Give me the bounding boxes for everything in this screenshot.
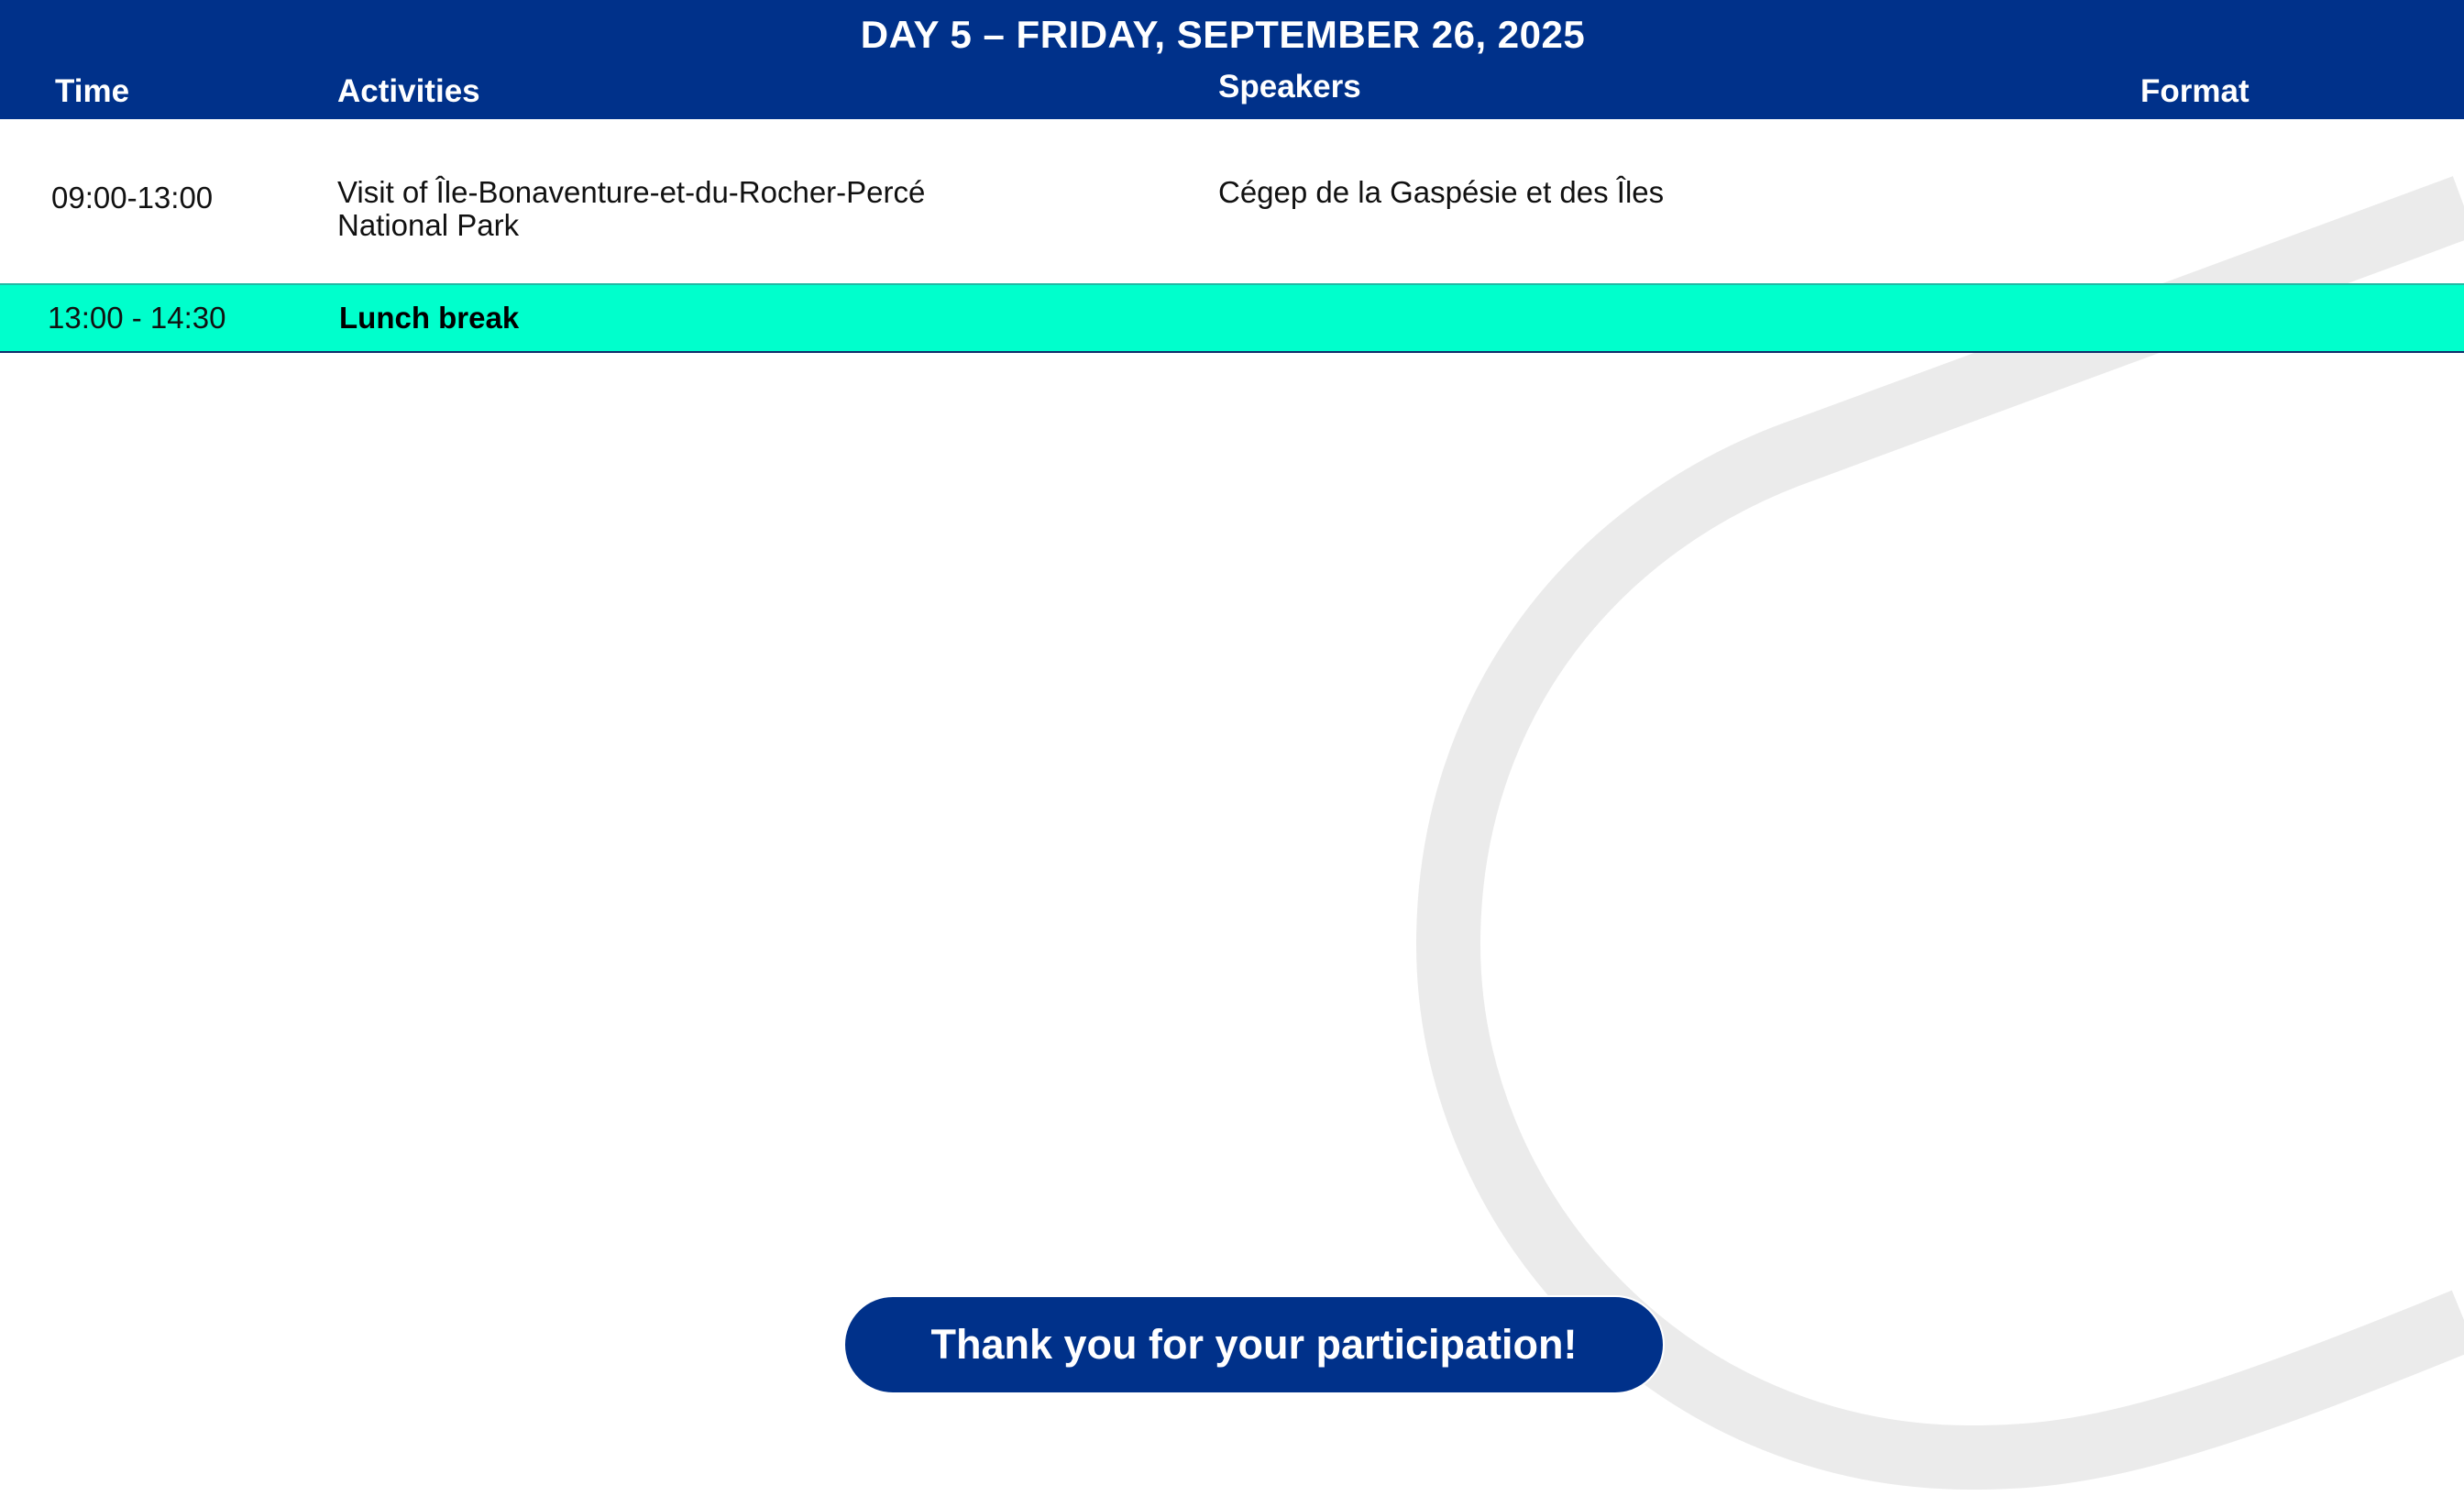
column-header-speakers: Speakers bbox=[1218, 69, 1361, 104]
row-activity: Visit of Île-Bonaventure-et-du-Rocher-Pe… bbox=[337, 176, 925, 242]
row-time: 13:00 - 14:30 bbox=[48, 301, 226, 335]
column-header-activities: Activities bbox=[337, 73, 480, 109]
table-row-lunch-break: 13:00 - 14:30 Lunch break bbox=[0, 283, 2464, 353]
schedule-header: DAY 5 – FRIDAY, SEPTEMBER 26, 2025 Time … bbox=[0, 0, 2464, 119]
row-time: 09:00-13:00 bbox=[51, 181, 214, 214]
row-activity-line: Visit of Île-Bonaventure-et-du-Rocher-Pe… bbox=[337, 175, 926, 209]
page-title: DAY 5 – FRIDAY, SEPTEMBER 26, 2025 bbox=[860, 13, 1586, 56]
thank-you-banner: Thank you for your participation! bbox=[843, 1295, 1665, 1394]
row-activity: Lunch break bbox=[339, 301, 520, 335]
row-speaker: Cégep de la Gaspésie et des Îles bbox=[1218, 175, 1665, 209]
thank-you-message: Thank you for your participation! bbox=[930, 1321, 1578, 1368]
table-row: 09:00-13:00 Visit of Île-Bonaventure-et-… bbox=[0, 119, 2464, 284]
row-activity-line: National Park bbox=[337, 208, 520, 242]
column-header-time: Time bbox=[55, 73, 130, 109]
column-header-format: Format bbox=[2140, 73, 2250, 109]
